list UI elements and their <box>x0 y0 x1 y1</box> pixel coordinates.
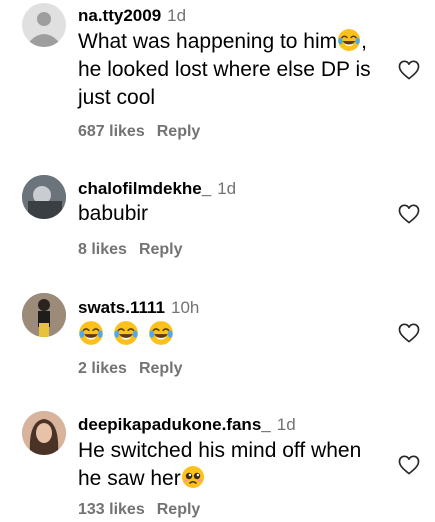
comment-meta: deepikapadukone.fans_ 1d <box>78 415 296 435</box>
comment-text: He switched his mind off when he saw her <box>78 437 378 493</box>
reply-button[interactable]: Reply <box>157 501 201 518</box>
username[interactable]: deepikapadukone.fans_ <box>78 415 271 434</box>
heart-outline-icon[interactable] <box>398 455 420 475</box>
pleading-face-icon <box>181 465 205 489</box>
comments-screen: { "comments": [ { "username": "na.tty200… <box>0 0 435 518</box>
comment-text-line: He switched his mind off when <box>78 439 362 462</box>
comment-time: 1d <box>276 415 296 434</box>
comment-item: deepikapadukone.fans_ 1d He switched his … <box>0 0 435 518</box>
comment-text-line: he saw her <box>78 467 181 490</box>
avatar[interactable] <box>22 411 66 455</box>
likes-count[interactable]: 133 likes <box>78 501 145 518</box>
